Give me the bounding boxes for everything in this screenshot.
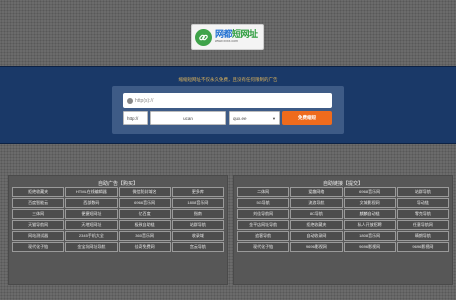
ad-link[interactable]: 天地短网址 [65, 220, 118, 230]
friend-link[interactable]: 流浪导航 [290, 198, 343, 208]
ad-link[interactable]: HTML在线编辑器 [65, 187, 118, 197]
ad-link[interactable]: 宫云导航 [171, 242, 224, 252]
ad-link[interactable]: 360音乐网 [118, 231, 171, 241]
links-box: 自助链接【提交】 二体网 爱趣网络 6968音乐网 站群导航 5G导航 流浪导航… [233, 175, 453, 285]
site-logo[interactable]: 网都短网址 www.xxxx.com [191, 24, 264, 50]
friend-link[interactable]: 现代化子链 [237, 242, 290, 252]
ad-link[interactable]: 便捷短网址 [65, 209, 118, 219]
ad-link[interactable]: 2345手机大全 [65, 231, 118, 241]
friend-link[interactable]: 晴朗导航 [396, 231, 449, 241]
logo-name-part1: 网都 [215, 29, 233, 40]
protocol-select[interactable]: http:// [123, 111, 148, 125]
custom-code-input[interactable]: ucan [150, 111, 226, 125]
logo-name: 网都短网址 [215, 30, 258, 39]
friend-link[interactable]: 二体网 [237, 187, 290, 197]
ad-link[interactable]: 西部数码 [65, 198, 118, 208]
friend-link[interactable]: 自动收录网 [290, 231, 343, 241]
links-grid: 二体网 爱趣网络 6968音乐网 站群导航 5G导航 流浪导航 文城影视网 导动… [237, 187, 449, 252]
friend-link[interactable]: 私人开放招聘 [343, 220, 396, 230]
friend-link[interactable]: 6968音乐网 [343, 187, 396, 197]
notice-text: 缩缩短网址不仅永久免费，且没有任何限制的广告 [178, 77, 278, 82]
ads-grid: 拒绝收藏夹 HTML在线编辑器 微信防封域名 更多库 百度智能云 西部数码 69… [12, 187, 224, 252]
friend-link[interactable]: 拒绝收藏夹 [290, 220, 343, 230]
domain-select[interactable]: qux.ee ▼ [229, 111, 280, 125]
friend-link[interactable]: 麒麟自动链 [343, 209, 396, 219]
ad-link[interactable]: 更多库 [171, 187, 224, 197]
friend-link[interactable]: 9696影视网 [290, 242, 343, 252]
friend-link[interactable]: 导动链 [396, 198, 449, 208]
friend-link[interactable]: 爱趣网络 [290, 187, 343, 197]
domain-value: qux.ee [233, 115, 247, 121]
ad-link[interactable]: 极致自助链 [118, 220, 171, 230]
ad-link[interactable]: 微信防封域名 [118, 187, 171, 197]
links-title[interactable]: 自助链接【提交】 [234, 180, 452, 187]
friend-link[interactable]: 零克导航 [396, 209, 449, 219]
friend-link[interactable]: 金平店网址导航 [237, 220, 290, 230]
friend-link[interactable]: 1808音乐网 [343, 231, 396, 241]
friend-link[interactable]: 任意导航网 [396, 220, 449, 230]
chevron-down-icon: ▼ [272, 115, 276, 121]
shorten-button[interactable]: 免费缩短 [282, 111, 332, 125]
url-input-placeholder: http(s):// [135, 97, 154, 104]
ad-link[interactable]: 三体网 [12, 209, 65, 219]
ad-link[interactable]: 站群导航 [171, 220, 224, 230]
friend-link[interactable]: 刘佳导航网 [237, 209, 290, 219]
logo-url: www.xxxx.com [215, 39, 238, 44]
ads-title[interactable]: 自助广告【购买】 [9, 180, 227, 187]
ads-box: 自助广告【购买】 拒绝收藏夹 HTML在线编辑器 微信防封域名 更多库 百度智能… [8, 175, 228, 285]
friend-link[interactable]: 5G导航 [237, 198, 290, 208]
friend-link[interactable]: 9696影视网 [396, 242, 449, 252]
ad-link[interactable]: 网站测试器 [12, 231, 65, 241]
globe-icon [127, 97, 133, 104]
ad-link[interactable]: 1808音乐网 [171, 198, 224, 208]
ad-link[interactable]: 拒绝收藏夹 [12, 187, 65, 197]
custom-code-value: ucan [183, 115, 193, 121]
ad-link[interactable]: 天猫导航网 [12, 220, 65, 230]
url-input[interactable]: http(s):// [123, 93, 332, 108]
link-chain-icon [195, 28, 212, 46]
ad-link[interactable]: 佳奇免费网 [118, 242, 171, 252]
ad-link[interactable]: 现代化子链 [12, 242, 65, 252]
friend-link[interactable]: 9696影视网 [343, 242, 396, 252]
ad-link[interactable]: 百度智能云 [12, 198, 65, 208]
ad-link[interactable]: 亿百度 [118, 209, 171, 219]
ad-link[interactable]: 金宝坑网址导航 [65, 242, 118, 252]
protocol-value: http:// [127, 115, 139, 121]
friend-link[interactable]: 追客导航 [237, 231, 290, 241]
ad-link[interactable]: 指南 [171, 209, 224, 219]
ad-link[interactable]: 收录域 [171, 231, 224, 241]
friend-link[interactable]: 站群导航 [396, 187, 449, 197]
logo-name-part2: 短网址 [232, 29, 258, 40]
friend-link[interactable]: 8C导航 [290, 209, 343, 219]
friend-link[interactable]: 文城影视网 [343, 198, 396, 208]
ad-link[interactable]: 6966音乐网 [118, 198, 171, 208]
